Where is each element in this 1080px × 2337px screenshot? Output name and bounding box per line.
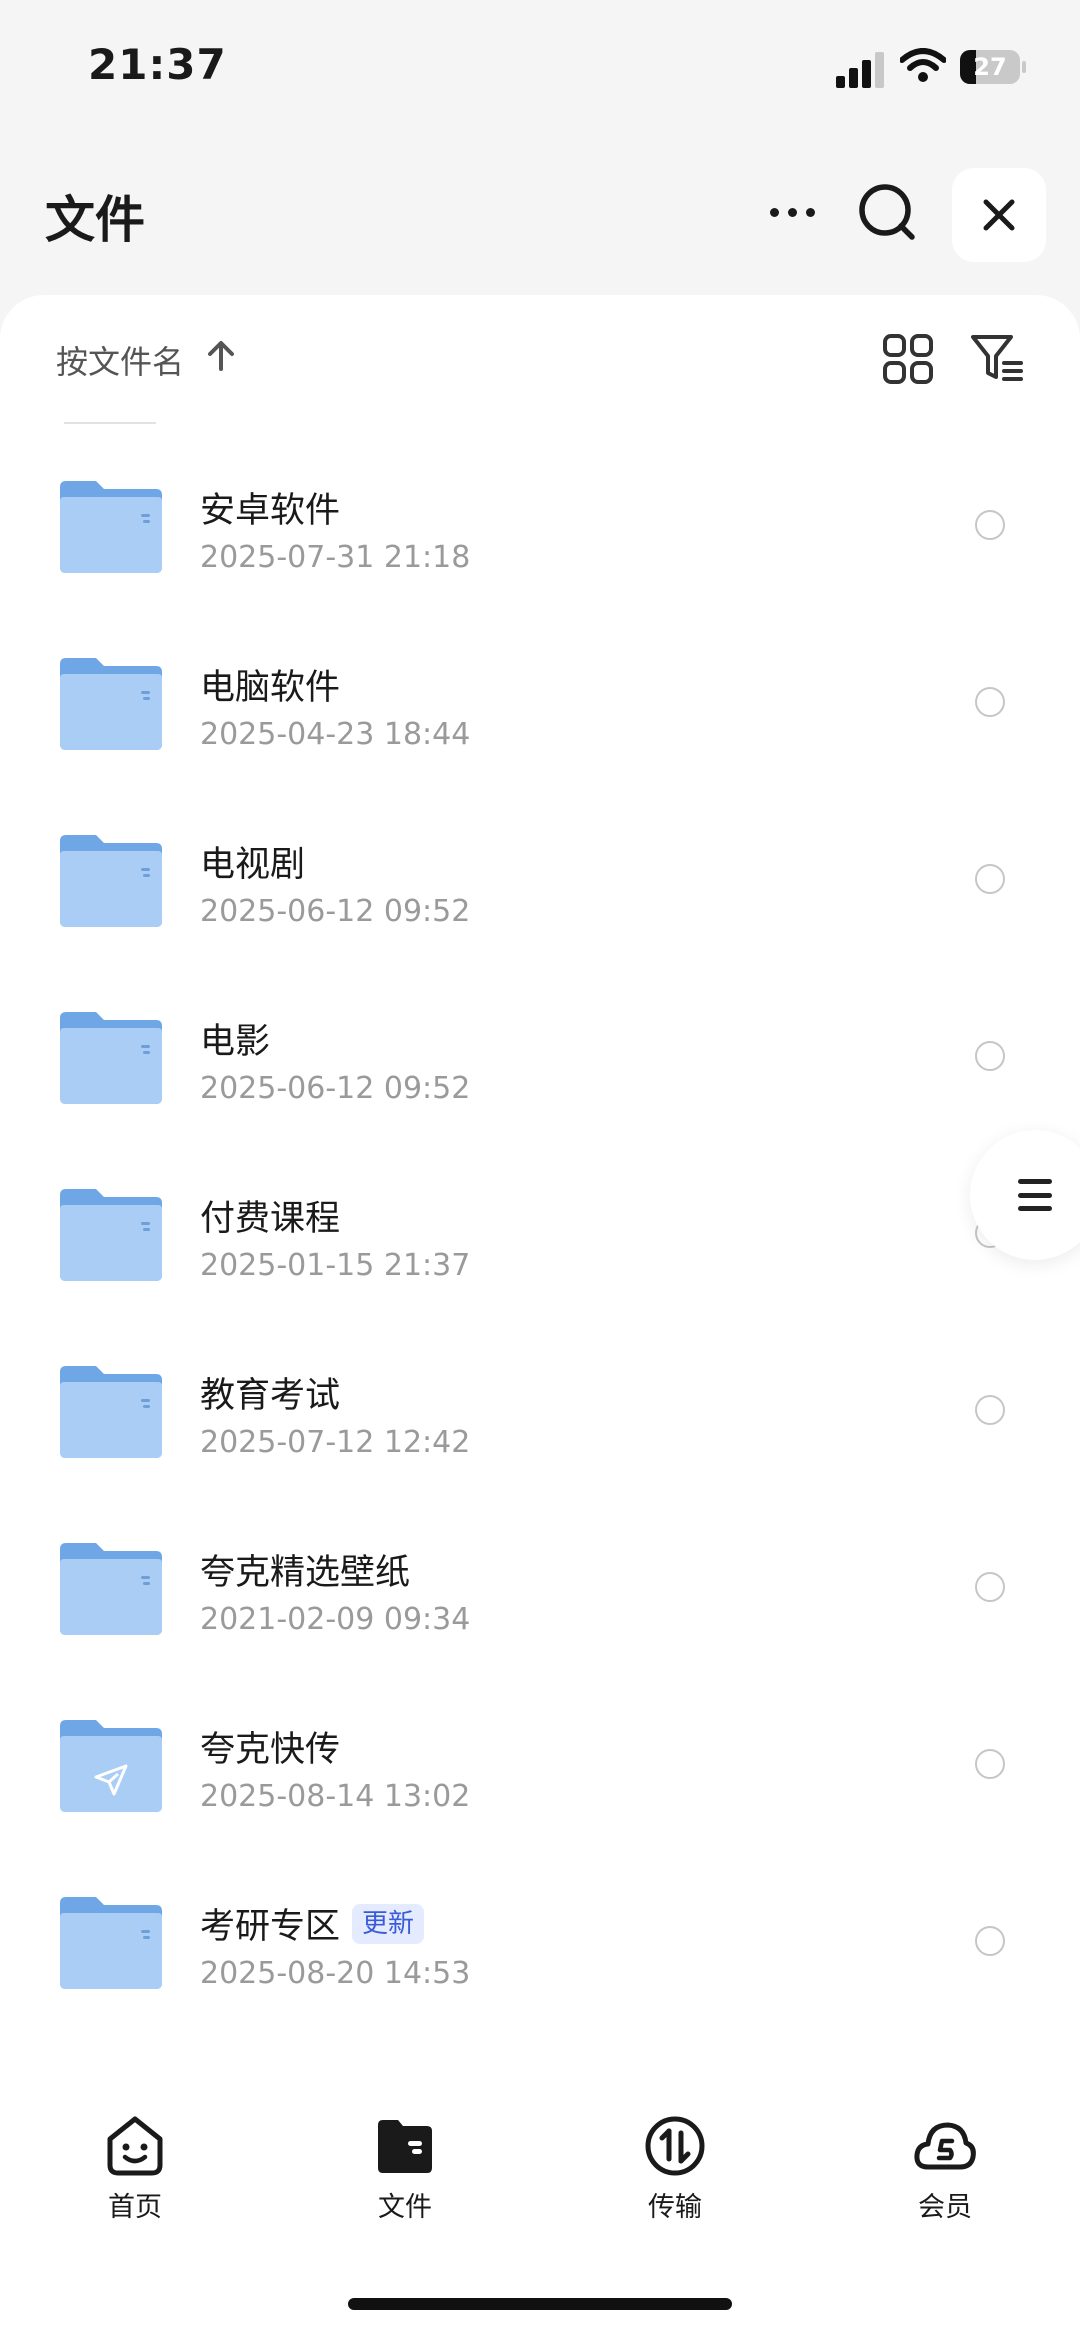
- battery-icon: 27: [960, 50, 1026, 84]
- folder-icon: [60, 835, 162, 927]
- update-badge: 更新: [352, 1903, 425, 1944]
- file-name: 夸克快传: [200, 1721, 340, 1772]
- list-item[interactable]: 付费课程 2025-01-15 21:37: [0, 1143, 1080, 1320]
- menu-icon: [1018, 1179, 1052, 1211]
- folder-filled-icon: [378, 2120, 432, 2173]
- sort-label[interactable]: 按文件名: [56, 337, 184, 383]
- bottom-tab-bar: 首页 文件 传输 会员: [0, 2085, 1080, 2235]
- tab-label: 首页: [108, 2192, 162, 2223]
- select-radio[interactable]: [975, 510, 1005, 540]
- file-name: 电影: [200, 1013, 270, 1064]
- file-name: 电脑软件: [200, 659, 340, 710]
- close-icon: [983, 199, 1015, 231]
- divider: [64, 422, 156, 424]
- file-date: 2025-04-23 18:44: [200, 717, 471, 752]
- list-item[interactable]: 夸克精选壁纸 2021-02-09 09:34: [0, 1497, 1080, 1674]
- file-date: 2025-08-20 14:53: [200, 1956, 471, 1991]
- file-date: 2025-07-12 12:42: [200, 1425, 471, 1460]
- file-name: 教育考试: [200, 1367, 340, 1418]
- file-name-text: 夸克精选壁纸: [200, 1553, 411, 1593]
- list-item[interactable]: 安卓软件 2025-07-31 21:18: [0, 435, 1080, 612]
- list-item[interactable]: 教育考试 2025-07-12 12:42: [0, 1320, 1080, 1497]
- list-item[interactable]: 电脑软件 2025-04-23 18:44: [0, 612, 1080, 789]
- folder-icon: [60, 1189, 162, 1281]
- file-date: 2025-06-12 09:52: [200, 1071, 471, 1106]
- close-button[interactable]: [952, 168, 1046, 262]
- more-icon: [769, 207, 779, 217]
- home-smile-icon: [107, 2116, 163, 2176]
- more-button[interactable]: [760, 180, 824, 244]
- file-name-text: 电视剧: [200, 845, 306, 885]
- list-item[interactable]: 电影 2025-06-12 09:52: [0, 966, 1080, 1143]
- file-panel: 按文件名 安卓软件 2025-07-31 21:18 电脑软件 2025-04-23 …: [0, 295, 1080, 2337]
- sort-row: 按文件名: [0, 295, 1080, 420]
- tab-files[interactable]: 文件: [270, 2085, 540, 2235]
- file-name-text: 电影: [200, 1022, 271, 1062]
- select-radio[interactable]: [975, 1041, 1005, 1071]
- folder-icon: [60, 1366, 162, 1458]
- member-cloud-icon: [914, 2122, 976, 2170]
- file-name: 考研专区 更新: [200, 1898, 425, 1949]
- filter-icon[interactable]: [968, 329, 1026, 387]
- list-item[interactable]: 考研专区 更新 2025-08-20 14:53: [0, 1851, 1080, 2028]
- status-bar: 21:37 27: [0, 0, 1080, 130]
- file-name: 付费课程: [200, 1190, 340, 1241]
- select-radio[interactable]: [975, 1572, 1005, 1602]
- select-radio[interactable]: [975, 1926, 1005, 1956]
- file-name-text: 安卓软件: [200, 491, 341, 531]
- file-name-text: 电脑软件: [200, 668, 341, 708]
- signal-icon: [836, 52, 884, 88]
- file-name: 电视剧: [200, 836, 305, 887]
- file-date: 2025-08-14 13:02: [200, 1779, 471, 1814]
- select-radio[interactable]: [975, 1395, 1005, 1425]
- transfer-icon: [645, 2116, 705, 2176]
- folder-icon: [60, 1543, 162, 1635]
- folder-icon: [60, 1012, 162, 1104]
- home-indicator: [348, 2298, 732, 2310]
- tab-label: 会员: [918, 2192, 972, 2223]
- tab-transfer[interactable]: 传输: [540, 2085, 810, 2235]
- folder-icon: [60, 481, 162, 573]
- file-list: 安卓软件 2025-07-31 21:18 电脑软件 2025-04-23 18:44…: [0, 435, 1080, 2028]
- select-radio[interactable]: [975, 864, 1005, 894]
- list-item[interactable]: 夸克快传 2025-08-14 13:02: [0, 1674, 1080, 1851]
- tab-member[interactable]: 会员: [810, 2085, 1080, 2235]
- file-name-text: 考研专区: [200, 1907, 341, 1947]
- file-date: 2025-06-12 09:52: [200, 894, 471, 929]
- search-icon[interactable]: [856, 180, 920, 244]
- file-name-text: 夸克快传: [200, 1730, 341, 1770]
- file-date: 2021-02-09 09:34: [200, 1602, 471, 1637]
- header: 文件: [0, 150, 1080, 280]
- file-name-text: 教育考试: [200, 1376, 341, 1416]
- grid-view-icon[interactable]: [880, 331, 936, 387]
- file-date: 2025-01-15 21:37: [200, 1248, 471, 1283]
- file-name-text: 付费课程: [200, 1199, 341, 1239]
- wifi-icon: [900, 48, 946, 82]
- list-item[interactable]: 电视剧 2025-06-12 09:52: [0, 789, 1080, 966]
- arrow-up-icon[interactable]: [204, 339, 238, 373]
- tab-home[interactable]: 首页: [0, 2085, 270, 2235]
- file-name: 安卓软件: [200, 482, 340, 533]
- tab-label: 文件: [378, 2192, 432, 2223]
- send-folder-icon: [60, 1720, 162, 1812]
- folder-icon: [60, 1897, 162, 1989]
- folder-icon: [60, 658, 162, 750]
- page-title: 文件: [45, 191, 145, 249]
- select-radio[interactable]: [975, 1749, 1005, 1779]
- tab-label: 传输: [648, 2192, 702, 2223]
- file-name: 夸克精选壁纸: [200, 1544, 410, 1595]
- file-date: 2025-07-31 21:18: [200, 540, 471, 575]
- status-time: 21:37: [88, 40, 227, 89]
- battery-level: 27: [973, 53, 1007, 81]
- select-radio[interactable]: [975, 687, 1005, 717]
